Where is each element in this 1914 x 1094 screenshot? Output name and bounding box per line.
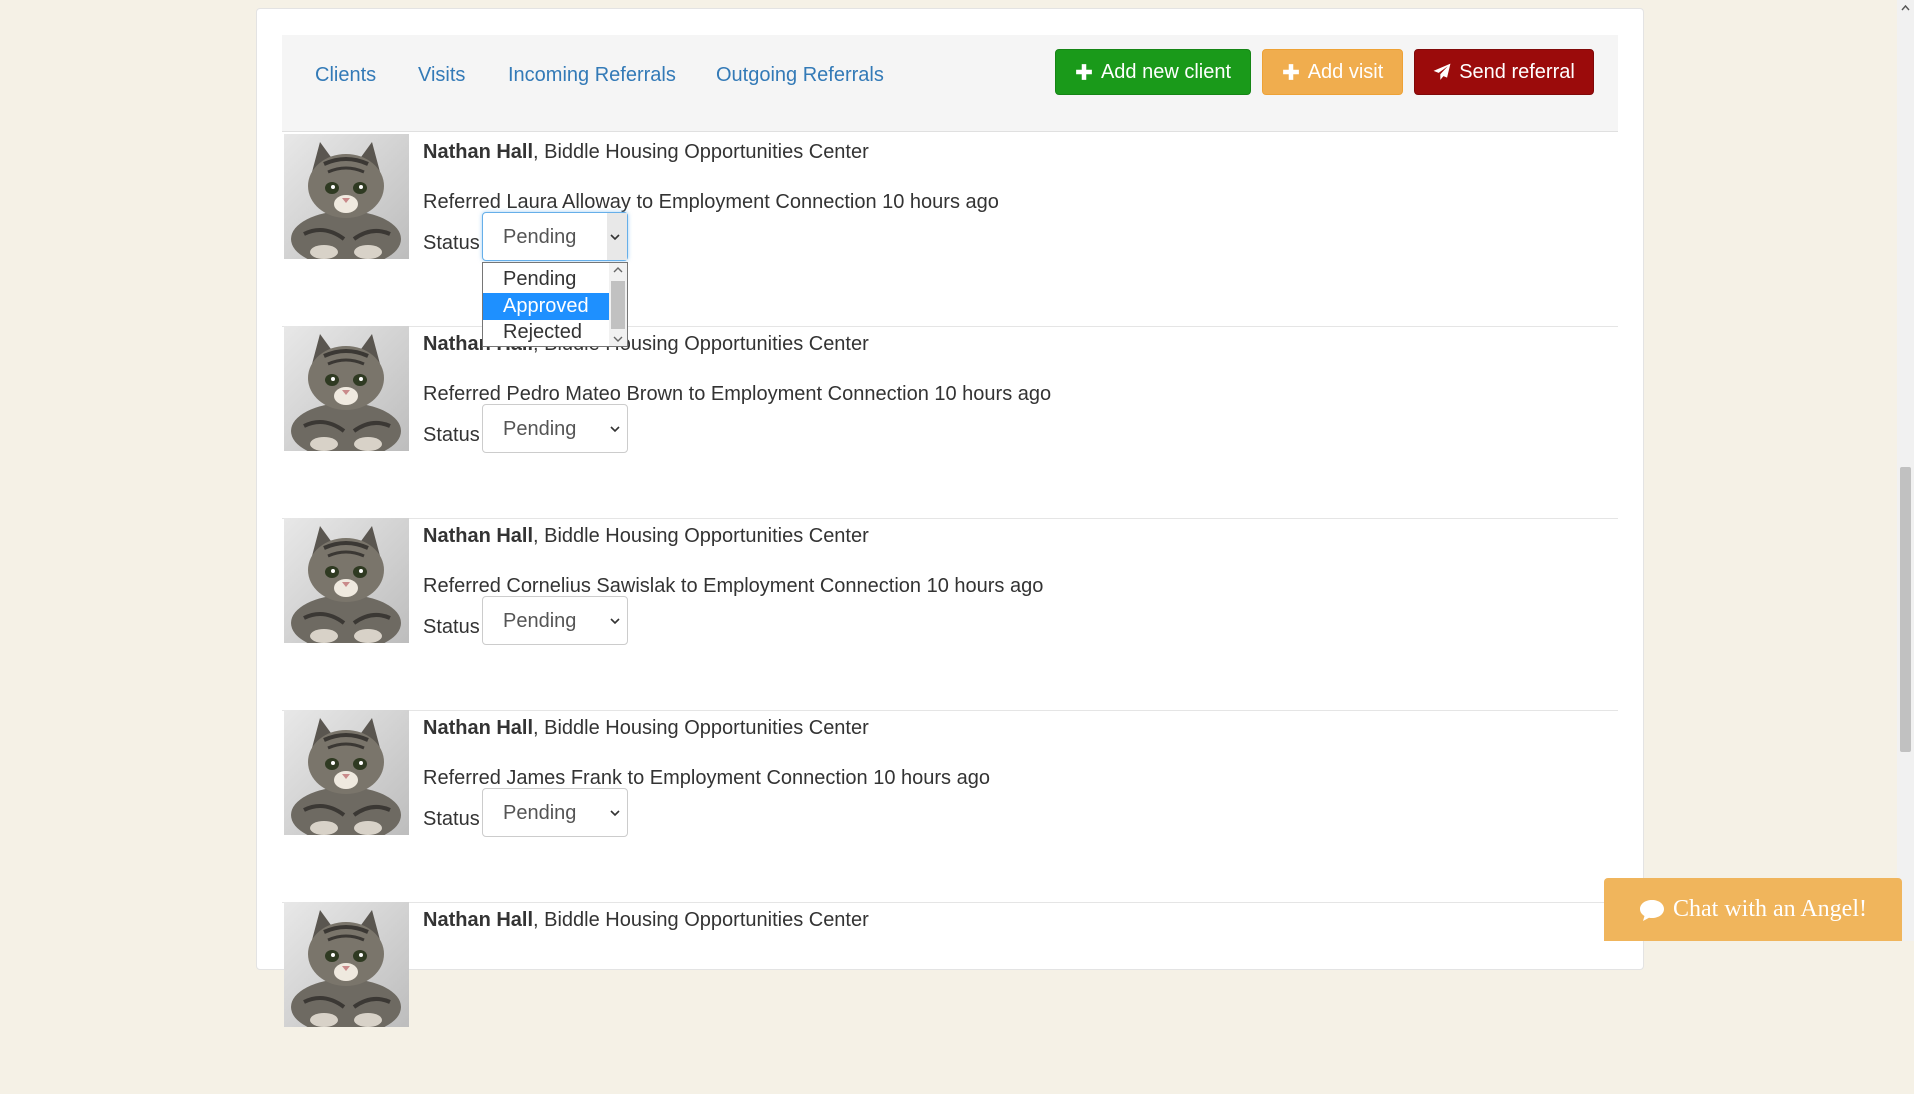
status-label: Status <box>423 424 480 446</box>
referral-description: Referred Laura Alloway to Employment Con… <box>423 191 999 213</box>
avatar <box>284 326 409 451</box>
nav-incoming-referrals[interactable]: Incoming Referrals <box>508 63 676 87</box>
chevron-down-icon <box>610 426 620 433</box>
page-scrollbar-thumb[interactable] <box>1900 467 1911 752</box>
referral-description: Referred James Frank to Employment Conne… <box>423 767 990 789</box>
dropdown-option-rejected[interactable]: Rejected <box>483 320 609 346</box>
referral-author: Nathan Hall, Biddle Housing Opportunitie… <box>423 525 869 547</box>
nav-clients[interactable]: Clients <box>315 63 376 87</box>
scroll-up-icon[interactable] <box>613 266 623 274</box>
avatar <box>284 518 409 643</box>
send-referral-label: Send referral <box>1459 60 1575 83</box>
referral-author: Nathan Hall, Biddle Housing Opportunitie… <box>423 909 869 931</box>
chat-button[interactable]: Chat with an Angel! <box>1604 878 1902 941</box>
referral-item: Nathan Hall, Biddle Housing Opportunitie… <box>282 518 1618 711</box>
add-visit-label: Add visit <box>1307 60 1384 83</box>
nav-visits[interactable]: Visits <box>418 63 465 87</box>
referral-description: Referred Pedro Mateo Brown to Employment… <box>423 383 1052 405</box>
chevron-down-icon <box>610 234 620 241</box>
status-select[interactable]: Pending <box>482 788 628 837</box>
send-referral-button[interactable]: Send referral <box>1414 49 1594 95</box>
add-new-client-label: Add new client <box>1100 60 1232 83</box>
avatar <box>284 134 409 259</box>
plus-icon <box>1076 64 1092 80</box>
referral-author: Nathan Hall, Biddle Housing Opportunitie… <box>423 141 869 163</box>
chat-button-label: Chat with an Angel! <box>1673 896 1867 922</box>
status-dropdown-list[interactable]: Pending Approved Rejected <box>482 262 628 347</box>
status-label: Status <box>423 616 480 638</box>
referral-item: Nathan Hall, Biddle Housing Opportunitie… <box>282 710 1618 903</box>
referral-description: Referred Cornelius Sawislak to Employmen… <box>423 575 1044 597</box>
dropdown-scrollbar[interactable] <box>609 263 627 346</box>
chat-bubble-icon <box>1640 899 1665 921</box>
paper-plane-icon <box>1433 63 1451 80</box>
status-label: Status <box>423 232 480 254</box>
dropdown-option-approved[interactable]: Approved <box>483 293 609 320</box>
chevron-down-icon <box>610 618 620 625</box>
status-select[interactable]: Pending <box>482 596 628 645</box>
status-select[interactable]: Pending <box>482 212 628 261</box>
plus-icon <box>1282 64 1299 80</box>
avatar <box>284 710 409 835</box>
referral-item: Nathan Hall, Biddle Housing Opportunitie… <box>282 902 1618 1094</box>
navbar: Clients Visits Incoming Referrals Outgoi… <box>282 35 1618 132</box>
status-label: Status <box>423 808 480 830</box>
nav-outgoing-referrals[interactable]: Outgoing Referrals <box>716 63 884 87</box>
referral-author: Nathan Hall, Biddle Housing Opportunitie… <box>423 717 869 739</box>
dropdown-option-pending[interactable]: Pending <box>483 266 609 293</box>
add-new-client-button[interactable]: Add new client <box>1055 49 1251 95</box>
scroll-up-icon[interactable] <box>1901 4 1910 11</box>
referral-item: Nathan Hall, Biddle Housing Opportunitie… <box>282 326 1618 519</box>
status-select[interactable]: Pending <box>482 404 628 453</box>
avatar <box>284 902 409 1027</box>
page-scrollbar[interactable] <box>1897 0 1914 941</box>
scroll-down-icon[interactable] <box>613 335 623 343</box>
add-visit-button[interactable]: Add visit <box>1262 49 1403 95</box>
chevron-down-icon <box>610 810 620 817</box>
